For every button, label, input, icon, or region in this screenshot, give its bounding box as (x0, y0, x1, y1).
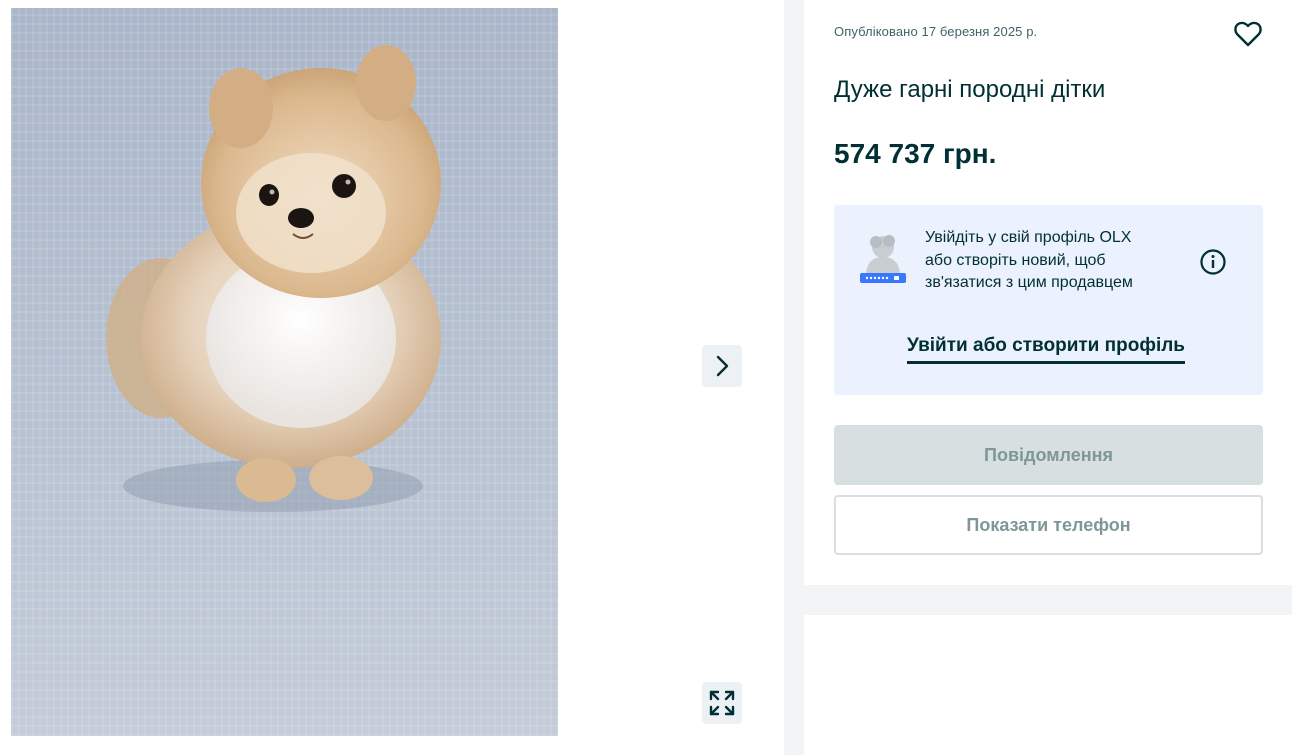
gallery-panel (0, 0, 784, 755)
listing-details-card: Опубліковано 17 березня 2025 р. Дуже гар… (804, 0, 1292, 585)
login-prompt-line: або створіть новий, щоб (925, 251, 1106, 269)
login-or-register-link[interactable]: Увійти або створити профіль (907, 335, 1185, 364)
listing-photo[interactable] (11, 8, 558, 736)
message-button[interactable]: Повідомлення (834, 425, 1263, 485)
info-icon (1200, 249, 1226, 275)
favorite-button[interactable] (1232, 18, 1264, 50)
puppy-image (106, 45, 441, 512)
login-prompt-text: Увійдіть у свій профіль OLX або створіть… (925, 227, 1185, 295)
expand-icon (709, 690, 735, 716)
login-prompt-line: Увійдіть у свій профіль OLX (925, 229, 1132, 246)
fullscreen-button[interactable] (702, 682, 742, 724)
login-prompt-box: Увійдіть у свій профіль OLX або створіть… (834, 205, 1263, 395)
published-date: Опубліковано 17 березня 2025 р. (834, 24, 1038, 39)
heart-icon (1234, 21, 1262, 47)
login-prompt-line: зв'язатися з цим продавцем (925, 274, 1133, 291)
chevron-right-icon (716, 355, 729, 377)
listing-price: 574 737 грн. (834, 138, 997, 169)
info-button[interactable] (1198, 247, 1228, 277)
next-photo-button[interactable] (702, 345, 742, 387)
listing-title: Дуже гарні породні дітки (834, 76, 1106, 103)
seller-card-placeholder (804, 615, 1292, 755)
show-phone-button[interactable]: Показати телефон (834, 495, 1263, 555)
user-profile-icon (860, 235, 906, 283)
